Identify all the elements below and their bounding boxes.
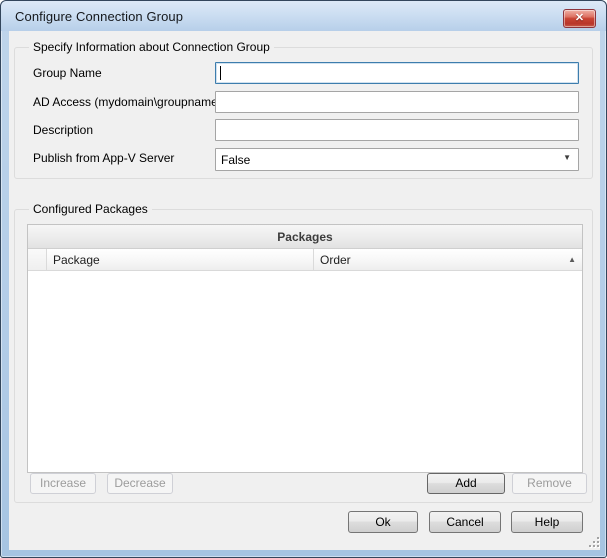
ad-access-label: AD Access (mydomain\groupname) — [33, 95, 222, 110]
column-header-order[interactable]: Order ▲ — [314, 249, 582, 270]
decrease-button[interactable]: Decrease — [107, 473, 173, 494]
packages-table-title: Packages — [28, 225, 582, 249]
group-name-input[interactable] — [215, 62, 579, 84]
packages-groupbox: Configured Packages Packages Package Ord… — [14, 209, 593, 503]
window-title: Configure Connection Group — [15, 9, 183, 24]
description-input[interactable] — [215, 119, 579, 141]
increase-button[interactable]: Increase — [30, 473, 96, 494]
cancel-button[interactable]: Cancel — [429, 511, 501, 533]
packages-groupbox-title: Configured Packages — [29, 202, 152, 217]
packages-table-body[interactable] — [28, 271, 582, 472]
dialog-client-area: Specify Information about Connection Gro… — [9, 31, 600, 550]
publish-server-select[interactable]: False ▼ — [215, 148, 579, 171]
packages-table-header-row: Package Order ▲ — [28, 249, 582, 271]
add-button[interactable]: Add — [427, 473, 505, 494]
help-button[interactable]: Help — [511, 511, 583, 533]
text-caret — [220, 66, 221, 80]
info-groupbox-title: Specify Information about Connection Gro… — [29, 40, 274, 55]
info-groupbox: Specify Information about Connection Gro… — [14, 47, 593, 179]
row-selector-header[interactable] — [28, 249, 47, 270]
close-icon: ✕ — [575, 12, 584, 24]
dialog-window: Configure Connection Group ✕ Specify Inf… — [0, 0, 607, 558]
resize-grip-icon[interactable] — [587, 535, 600, 548]
chevron-down-icon: ▼ — [563, 153, 571, 162]
column-header-package[interactable]: Package — [47, 249, 314, 270]
title-bar[interactable]: Configure Connection Group ✕ — [1, 1, 606, 31]
close-button[interactable]: ✕ — [563, 9, 596, 28]
description-label: Description — [33, 123, 93, 138]
group-name-label: Group Name — [33, 66, 102, 81]
publish-server-label: Publish from App-V Server — [33, 151, 174, 166]
remove-button[interactable]: Remove — [512, 473, 587, 494]
ad-access-input[interactable] — [215, 91, 579, 113]
publish-server-selected-value: False — [221, 153, 250, 167]
sort-ascending-icon: ▲ — [568, 256, 576, 264]
packages-table: Packages Package Order ▲ — [27, 224, 583, 473]
ok-button[interactable]: Ok — [348, 511, 418, 533]
